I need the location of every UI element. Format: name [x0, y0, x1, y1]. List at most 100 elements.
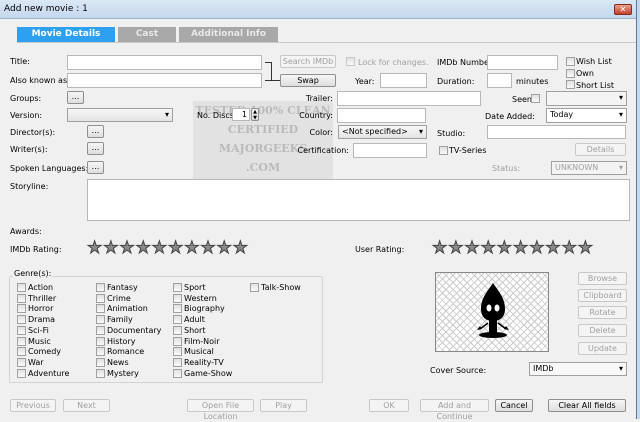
seen-checkbox[interactable]	[531, 94, 540, 103]
genre-checkbox[interactable]	[96, 368, 105, 378]
genre-label: Biography	[184, 304, 225, 314]
cover-source-select[interactable]: IMDb	[529, 362, 627, 376]
genre-checkbox[interactable]	[173, 347, 182, 357]
genre-checkbox[interactable]	[96, 336, 105, 346]
star-icon[interactable]: ★	[480, 239, 496, 257]
no-discs-input[interactable]: 1	[232, 108, 250, 121]
genre-checkbox[interactable]	[96, 283, 105, 292]
star-icon[interactable]: ★	[431, 239, 447, 257]
studio-input[interactable]	[487, 125, 626, 139]
genre-checkbox[interactable]	[17, 336, 26, 346]
groups-button[interactable]: ...	[67, 91, 84, 104]
color-select[interactable]: <Not specified>	[338, 125, 427, 139]
aka-input[interactable]	[67, 73, 262, 88]
update-button[interactable]: Update	[578, 342, 627, 355]
tv-series-checkbox[interactable]	[439, 146, 448, 155]
star-icon[interactable]: ★	[86, 239, 102, 257]
genre-checkbox[interactable]	[17, 325, 26, 335]
star-icon[interactable]: ★	[464, 239, 480, 257]
duration-input[interactable]	[487, 73, 512, 88]
cancel-button[interactable]: Cancel	[495, 399, 533, 412]
previous-button[interactable]: Previous	[10, 399, 56, 412]
tab-additional-info[interactable]: Additional Info	[179, 27, 278, 42]
languages-button[interactable]: ...	[87, 161, 104, 174]
genre-checkbox[interactable]	[17, 357, 26, 367]
genre-checkbox[interactable]	[17, 304, 26, 314]
user-rating-stars[interactable]: ★ ★ ★ ★ ★ ★ ★ ★ ★ ★	[431, 239, 597, 257]
star-icon[interactable]: ★	[232, 239, 248, 257]
clear-all-fields-button[interactable]: Clear All fields	[548, 399, 626, 412]
genre-checkbox[interactable]	[173, 293, 182, 303]
star-icon[interactable]: ★	[545, 239, 561, 257]
genre-checkbox[interactable]	[173, 336, 182, 346]
genre-checkbox[interactable]	[96, 293, 105, 303]
genre-checkbox[interactable]	[96, 357, 105, 367]
close-button[interactable]: ✕	[614, 4, 632, 15]
genre-checkbox[interactable]	[17, 293, 26, 303]
genre-checkbox[interactable]	[173, 325, 182, 335]
country-input[interactable]	[337, 108, 426, 123]
genre-checkbox[interactable]	[17, 368, 26, 378]
certification-input[interactable]	[353, 143, 427, 158]
genre-checkbox[interactable]	[173, 304, 182, 314]
star-icon[interactable]: ★	[448, 239, 464, 257]
own-checkbox[interactable]	[566, 69, 575, 78]
star-icon[interactable]: ★	[151, 239, 167, 257]
tab-cast[interactable]: Cast	[118, 27, 176, 42]
open-file-location-button[interactable]: Open File Location	[187, 399, 254, 421]
add-and-continue-button[interactable]: Add and Continue	[420, 399, 489, 421]
ok-button[interactable]: OK	[369, 399, 409, 412]
next-button[interactable]: Next	[63, 399, 110, 412]
genre-checkbox[interactable]	[173, 283, 182, 292]
delete-button[interactable]: Delete	[578, 324, 627, 337]
storyline-textarea[interactable]	[87, 179, 630, 221]
no-discs-spinner[interactable]: ▲ ▼	[251, 108, 259, 121]
imdb-number-input[interactable]	[487, 55, 558, 70]
lock-checkbox[interactable]	[346, 57, 355, 66]
year-input[interactable]	[380, 73, 427, 88]
genre-checkbox[interactable]	[96, 325, 105, 335]
genre-checkbox[interactable]	[17, 315, 26, 325]
writers-button[interactable]: ...	[87, 142, 104, 155]
clipboard-button[interactable]: Clipboard	[578, 289, 627, 302]
star-icon[interactable]: ★	[184, 239, 200, 257]
short-list-checkbox[interactable]	[566, 80, 575, 89]
genre-label: Talk-Show	[261, 283, 301, 292]
genre-checkbox[interactable]	[96, 304, 105, 314]
star-icon[interactable]: ★	[512, 239, 528, 257]
imdb-rating-stars[interactable]: ★ ★ ★ ★ ★ ★ ★ ★ ★ ★	[86, 239, 252, 257]
genre-checkbox[interactable]	[17, 347, 26, 357]
star-icon[interactable]: ★	[496, 239, 512, 257]
wish-list-checkbox[interactable]	[566, 57, 575, 66]
star-icon[interactable]: ★	[200, 239, 216, 257]
title-input[interactable]	[67, 55, 262, 70]
star-icon[interactable]: ★	[119, 239, 135, 257]
play-button[interactable]: Play	[260, 399, 307, 412]
star-icon[interactable]: ★	[167, 239, 183, 257]
swap-button[interactable]: Swap	[280, 74, 336, 87]
genre-checkbox[interactable]	[250, 283, 259, 292]
rotate-button[interactable]: Rotate	[578, 306, 627, 319]
star-icon[interactable]: ★	[216, 239, 232, 257]
status-select[interactable]: UNKNOWN	[551, 161, 627, 175]
genre-checkbox[interactable]	[173, 357, 182, 367]
genre-checkbox[interactable]	[96, 315, 105, 325]
seen-date-select[interactable]	[546, 91, 627, 106]
search-imdb-button[interactable]: Search IMDb	[280, 55, 336, 68]
genre-checkbox[interactable]	[17, 283, 26, 292]
details-button[interactable]: Details	[575, 143, 626, 156]
star-icon[interactable]: ★	[561, 239, 577, 257]
genre-checkbox[interactable]	[173, 368, 182, 378]
star-icon[interactable]: ★	[529, 239, 545, 257]
genre-checkbox[interactable]	[173, 315, 182, 325]
star-icon[interactable]: ★	[135, 239, 151, 257]
date-added-select[interactable]: Today	[546, 108, 627, 123]
genre-checkbox[interactable]	[96, 347, 105, 357]
star-icon[interactable]: ★	[103, 239, 119, 257]
star-icon[interactable]: ★	[577, 239, 593, 257]
browse-button[interactable]: Browse	[578, 272, 627, 285]
tab-movie-details[interactable]: Movie Details	[17, 27, 115, 42]
version-select[interactable]	[67, 108, 173, 122]
trailer-input[interactable]	[337, 91, 481, 106]
directors-button[interactable]: ...	[87, 125, 104, 138]
